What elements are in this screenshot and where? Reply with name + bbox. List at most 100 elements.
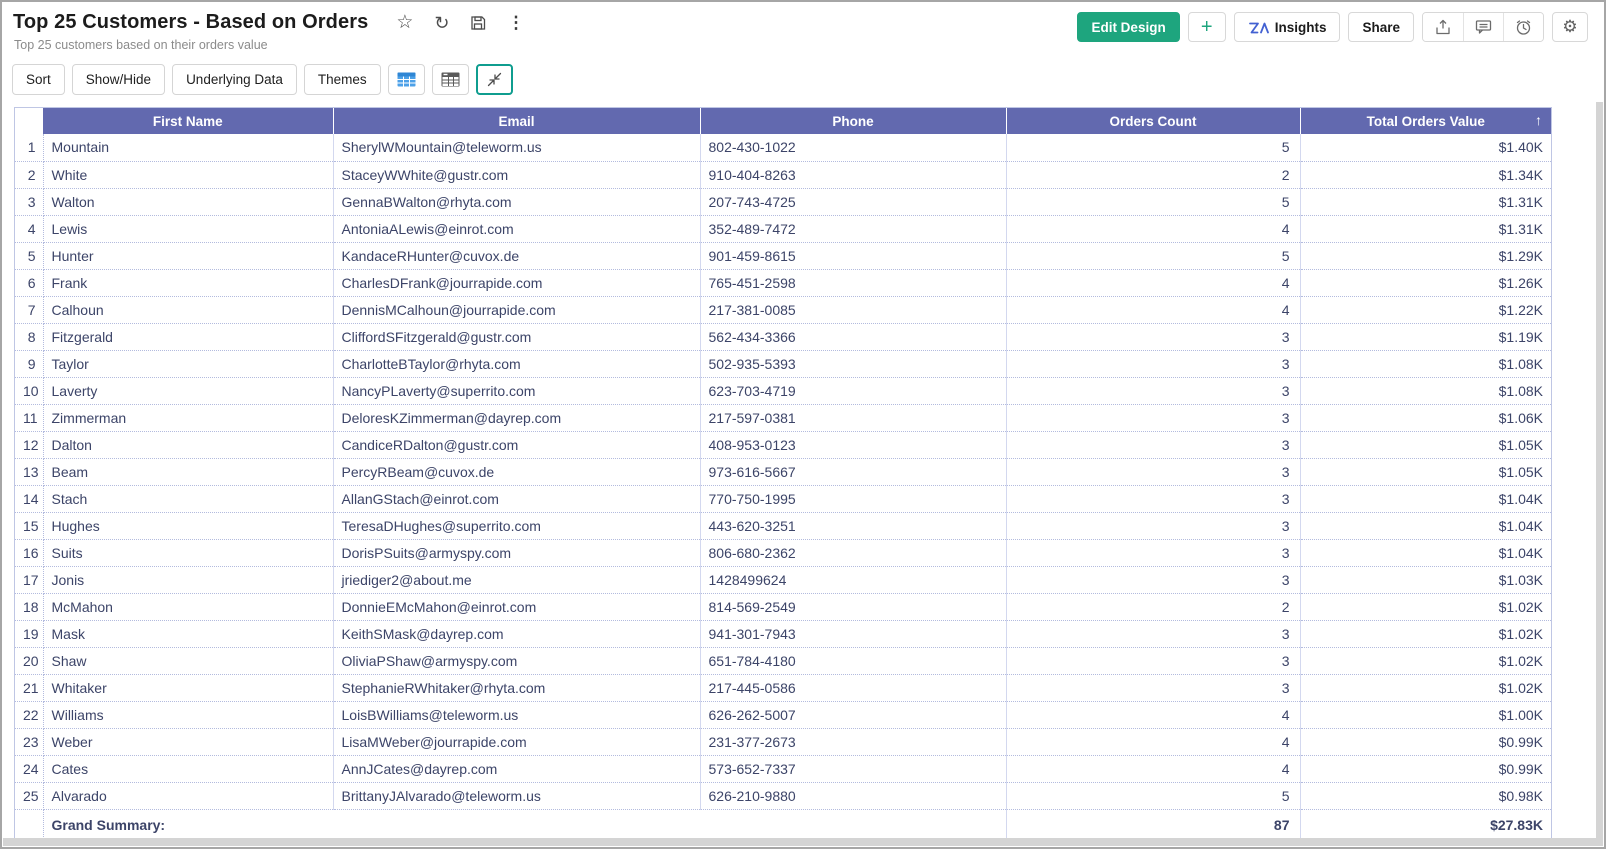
cell-email[interactable]: NancyPLaverty@superrito.com	[333, 377, 700, 404]
gear-icon[interactable]: ⚙	[1552, 12, 1588, 42]
cell-email[interactable]: CliffordSFitzgerald@gustr.com	[333, 323, 700, 350]
cell-orders-count[interactable]: 4	[1006, 701, 1300, 728]
cell-email[interactable]: DeloresKZimmerman@dayrep.com	[333, 404, 700, 431]
cell-email[interactable]: AllanGStach@einrot.com	[333, 485, 700, 512]
cell-first-name[interactable]: Frank	[43, 269, 333, 296]
cell-email[interactable]: KandaceRHunter@cuvox.de	[333, 242, 700, 269]
cell-email[interactable]: StaceyWWhite@gustr.com	[333, 161, 700, 188]
cell-orders-count[interactable]: 5	[1006, 782, 1300, 809]
cell-total-orders-value[interactable]: $0.98K	[1300, 782, 1551, 809]
cell-first-name[interactable]: Taylor	[43, 350, 333, 377]
cell-orders-count[interactable]: 3	[1006, 620, 1300, 647]
cell-total-orders-value[interactable]: $1.08K	[1300, 377, 1551, 404]
cell-orders-count[interactable]: 5	[1006, 242, 1300, 269]
cell-first-name[interactable]: Mask	[43, 620, 333, 647]
cell-email[interactable]: AnnJCates@dayrep.com	[333, 755, 700, 782]
cell-total-orders-value[interactable]: $1.02K	[1300, 674, 1551, 701]
cell-email[interactable]: CharlesDFrank@jourrapide.com	[333, 269, 700, 296]
sort-button[interactable]: Sort	[12, 64, 65, 95]
cell-first-name[interactable]: Alvarado	[43, 782, 333, 809]
cell-orders-count[interactable]: 5	[1006, 188, 1300, 215]
collapse-icon[interactable]	[476, 64, 513, 95]
cell-phone[interactable]: 562-434-3366	[700, 323, 1006, 350]
horizontal-scrollbar[interactable]	[3, 838, 1603, 846]
cell-email[interactable]: DonnieEMcMahon@einrot.com	[333, 593, 700, 620]
cell-orders-count[interactable]: 4	[1006, 755, 1300, 782]
cell-phone[interactable]: 651-784-4180	[700, 647, 1006, 674]
column-header-total-orders-value[interactable]: Total Orders Value ↑	[1300, 108, 1551, 134]
cell-phone[interactable]: 770-750-1995	[700, 485, 1006, 512]
cell-first-name[interactable]: Jonis	[43, 566, 333, 593]
cell-total-orders-value[interactable]: $0.99K	[1300, 728, 1551, 755]
cell-phone[interactable]: 207-743-4725	[700, 188, 1006, 215]
cell-email[interactable]: KeithSMask@dayrep.com	[333, 620, 700, 647]
save-icon[interactable]	[470, 15, 486, 31]
cell-total-orders-value[interactable]: $1.26K	[1300, 269, 1551, 296]
cell-phone[interactable]: 352-489-7472	[700, 215, 1006, 242]
cell-email[interactable]: DorisPSuits@armyspy.com	[333, 539, 700, 566]
underlying-data-button[interactable]: Underlying Data	[172, 64, 297, 95]
cell-phone[interactable]: 910-404-8263	[700, 161, 1006, 188]
cell-email[interactable]: TeresaDHughes@superrito.com	[333, 512, 700, 539]
edit-design-button[interactable]: Edit Design	[1077, 12, 1179, 42]
cell-first-name[interactable]: Williams	[43, 701, 333, 728]
cell-total-orders-value[interactable]: $1.40K	[1300, 134, 1551, 161]
cell-orders-count[interactable]: 3	[1006, 647, 1300, 674]
cell-orders-count[interactable]: 4	[1006, 269, 1300, 296]
cell-first-name[interactable]: Hunter	[43, 242, 333, 269]
share-button[interactable]: Share	[1348, 12, 1414, 42]
cell-first-name[interactable]: Lewis	[43, 215, 333, 242]
cell-first-name[interactable]: Shaw	[43, 647, 333, 674]
cell-total-orders-value[interactable]: $1.04K	[1300, 512, 1551, 539]
cell-email[interactable]: StephanieRWhitaker@rhyta.com	[333, 674, 700, 701]
cell-phone[interactable]: 626-210-9880	[700, 782, 1006, 809]
table-view-icon[interactable]	[388, 64, 425, 95]
cell-phone[interactable]: 765-451-2598	[700, 269, 1006, 296]
add-button[interactable]: +	[1188, 12, 1226, 42]
zia-insights-button[interactable]: Insights	[1234, 12, 1341, 42]
cell-orders-count[interactable]: 3	[1006, 512, 1300, 539]
refresh-icon[interactable]: ↻	[434, 14, 449, 32]
cell-orders-count[interactable]: 3	[1006, 674, 1300, 701]
sort-ascending-icon[interactable]: ↑	[1535, 112, 1542, 128]
cell-phone[interactable]: 901-459-8615	[700, 242, 1006, 269]
cell-first-name[interactable]: Stach	[43, 485, 333, 512]
summary-view-icon[interactable]	[432, 64, 469, 95]
cell-phone[interactable]: 623-703-4719	[700, 377, 1006, 404]
cell-orders-count[interactable]: 2	[1006, 593, 1300, 620]
cell-email[interactable]: SherylWMountain@teleworm.us	[333, 134, 700, 161]
cell-total-orders-value[interactable]: $1.19K	[1300, 323, 1551, 350]
cell-phone[interactable]: 217-597-0381	[700, 404, 1006, 431]
cell-phone[interactable]: 217-381-0085	[700, 296, 1006, 323]
cell-orders-count[interactable]: 4	[1006, 296, 1300, 323]
kebab-menu-icon[interactable]: ⋮	[507, 14, 524, 31]
cell-phone[interactable]: 443-620-3251	[700, 512, 1006, 539]
cell-email[interactable]: LisaMWeber@jourrapide.com	[333, 728, 700, 755]
cell-total-orders-value[interactable]: $1.00K	[1300, 701, 1551, 728]
cell-email[interactable]: BrittanyJAlvarado@teleworm.us	[333, 782, 700, 809]
cell-orders-count[interactable]: 3	[1006, 458, 1300, 485]
cell-total-orders-value[interactable]: $1.02K	[1300, 593, 1551, 620]
themes-button[interactable]: Themes	[304, 64, 381, 95]
cell-orders-count[interactable]: 3	[1006, 539, 1300, 566]
cell-orders-count[interactable]: 4	[1006, 215, 1300, 242]
column-header-phone[interactable]: Phone	[700, 108, 1006, 134]
cell-first-name[interactable]: Cates	[43, 755, 333, 782]
cell-first-name[interactable]: Laverty	[43, 377, 333, 404]
cell-first-name[interactable]: McMahon	[43, 593, 333, 620]
cell-total-orders-value[interactable]: $1.08K	[1300, 350, 1551, 377]
cell-total-orders-value[interactable]: $1.22K	[1300, 296, 1551, 323]
cell-first-name[interactable]: Weber	[43, 728, 333, 755]
cell-email[interactable]: CandiceRDalton@gustr.com	[333, 431, 700, 458]
cell-total-orders-value[interactable]: $1.04K	[1300, 485, 1551, 512]
cell-phone[interactable]: 814-569-2549	[700, 593, 1006, 620]
cell-total-orders-value[interactable]: $1.34K	[1300, 161, 1551, 188]
cell-email[interactable]: LoisBWilliams@teleworm.us	[333, 701, 700, 728]
cell-total-orders-value[interactable]: $1.05K	[1300, 458, 1551, 485]
cell-phone[interactable]: 1428499624	[700, 566, 1006, 593]
cell-first-name[interactable]: Walton	[43, 188, 333, 215]
cell-first-name[interactable]: Hughes	[43, 512, 333, 539]
cell-first-name[interactable]: Suits	[43, 539, 333, 566]
cell-phone[interactable]: 941-301-7943	[700, 620, 1006, 647]
star-icon[interactable]: ☆	[396, 13, 413, 32]
